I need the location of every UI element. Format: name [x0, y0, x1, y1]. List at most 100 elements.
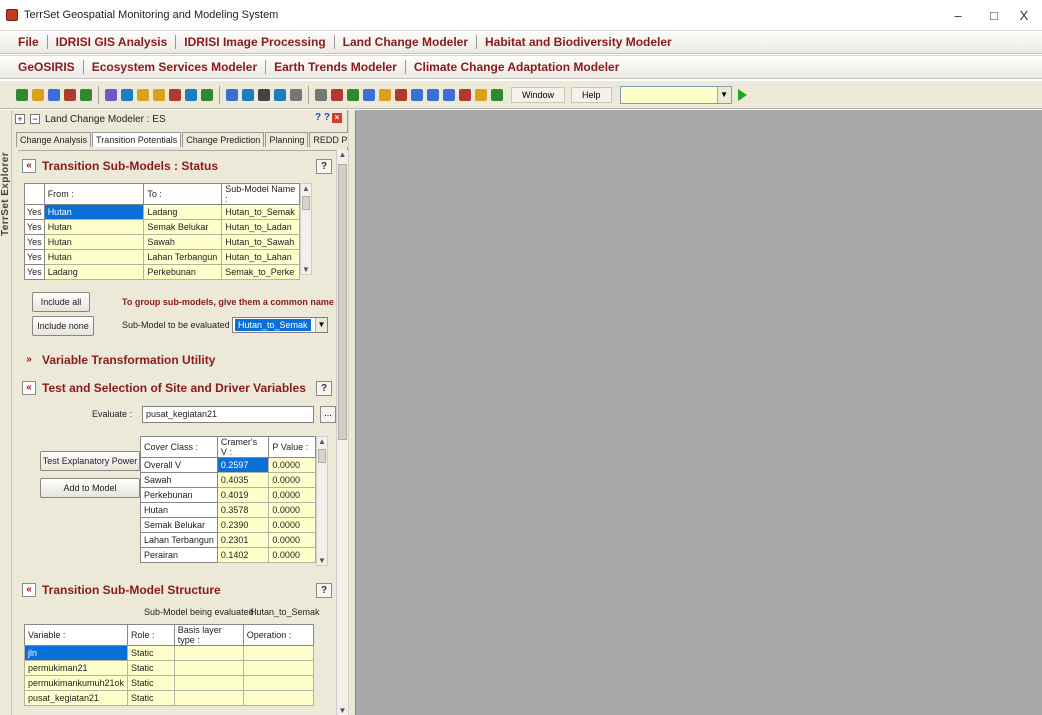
collapse-chevron-icon[interactable]: «	[22, 583, 36, 597]
from-cell[interactable]: Ladang	[43, 264, 145, 280]
table-row[interactable]: Lahan Terbangun 0.2301 0.0000	[140, 532, 316, 548]
terrset-explorer-tab[interactable]: TerrSet Explorer	[0, 110, 12, 715]
toolbar-tool-icon[interactable]	[169, 88, 181, 101]
variable-cell[interactable]: jln	[23, 645, 129, 661]
browse-button[interactable]: ...	[320, 406, 336, 423]
include-flag[interactable]: Yes	[24, 219, 45, 235]
basis-layer-cell[interactable]	[173, 675, 244, 691]
toolbar-tool-icon[interactable]	[427, 88, 439, 101]
panel-scrollbar[interactable]: ▲ ▼	[336, 150, 348, 715]
help-button[interactable]: ?	[316, 583, 332, 598]
table-row[interactable]: pusat_kegiatan21 Static	[23, 690, 315, 706]
sub-models-header[interactable]: « Transition Sub-Models : Status	[22, 159, 218, 173]
table-row[interactable]: Semak Belukar 0.2390 0.0000	[140, 517, 316, 533]
cramers-v-cell[interactable]: 0.4019	[216, 487, 270, 503]
toolbar-tool-icon[interactable]	[105, 88, 117, 101]
cramers-scrollbar[interactable]: ▲ ▼	[316, 436, 328, 566]
toolbar-tool-icon[interactable]	[274, 88, 286, 101]
sub-models-scrollbar[interactable]: ▲ ▼	[300, 183, 312, 275]
toolbar-tool-icon[interactable]	[290, 88, 302, 101]
menu-earth-trends[interactable]: Earth Trends Modeler	[266, 60, 406, 74]
scroll-down-icon[interactable]: ▼	[317, 556, 327, 565]
submodel-name-cell[interactable]: Hutan_to_Ladan	[221, 219, 300, 235]
p-value-cell[interactable]: 0.0000	[268, 457, 316, 473]
include-flag[interactable]: Yes	[24, 264, 45, 280]
include-none-button[interactable]: Include none	[32, 316, 94, 336]
scroll-thumb[interactable]	[338, 164, 347, 440]
include-flag[interactable]: Yes	[24, 249, 45, 265]
include-flag[interactable]: Yes	[24, 204, 45, 220]
table-row[interactable]: jln Static	[23, 645, 315, 661]
variable-cell[interactable]: permukiman21	[23, 660, 129, 676]
submodel-name-cell[interactable]: Hutan_to_Lahan	[221, 249, 300, 265]
cramers-v-cell[interactable]: 0.2301	[216, 532, 270, 548]
close-button[interactable]: X	[1006, 0, 1042, 30]
cramers-v-cell[interactable]: 0.3578	[216, 502, 270, 518]
role-cell[interactable]: Static	[127, 660, 175, 676]
tab-transition-potentials[interactable]: Transition Potentials	[92, 132, 182, 147]
operation-cell[interactable]	[242, 675, 315, 691]
toolbar-tool-icon[interactable]	[331, 88, 343, 101]
cramers-v-cell[interactable]: 0.1402	[216, 547, 270, 563]
submodel-name-cell[interactable]: Semak_to_Perke	[221, 264, 300, 280]
menu-ecosystem[interactable]: Ecosystem Services Modeler	[84, 60, 267, 74]
panel-help-icons[interactable]: ? ? ×	[315, 112, 342, 123]
table-row[interactable]: Yes Hutan Ladang Hutan_to_Semak	[24, 204, 300, 220]
p-value-cell[interactable]: 0.0000	[268, 487, 316, 503]
p-value-cell[interactable]: 0.0000	[268, 532, 316, 548]
role-cell[interactable]: Static	[127, 690, 175, 706]
role-cell[interactable]: Static	[127, 675, 175, 691]
toolbar-tool-icon[interactable]	[185, 88, 197, 101]
include-flag[interactable]: Yes	[24, 234, 45, 250]
minimize-button[interactable]: –	[940, 0, 976, 30]
submodel-name-cell[interactable]: Hutan_to_Sawah	[221, 234, 300, 250]
to-cell[interactable]: Lahan Terbangun	[143, 249, 223, 265]
cramers-v-cell[interactable]: 0.4035	[216, 472, 270, 488]
toolbar-combo[interactable]: ▼	[619, 85, 732, 104]
toolbar-tool-icon[interactable]	[48, 88, 60, 101]
table-row[interactable]: Hutan 0.3578 0.0000	[140, 502, 316, 518]
table-row[interactable]: Sawah 0.4035 0.0000	[140, 472, 316, 488]
collapse-icon[interactable]: −	[30, 114, 40, 124]
tab-planning[interactable]: Planning	[265, 132, 309, 147]
p-value-cell[interactable]: 0.0000	[268, 472, 316, 488]
scroll-up-icon[interactable]: ▲	[337, 150, 348, 159]
role-cell[interactable]: Static	[127, 645, 175, 661]
table-row[interactable]: Overall V 0.2597 0.0000	[140, 457, 316, 473]
var-transform-header[interactable]: » Variable Transformation Utility	[22, 353, 215, 367]
chevron-down-icon[interactable]: ▼	[315, 318, 327, 332]
toolbar-tool-icon[interactable]	[153, 88, 165, 101]
submodel-name-cell[interactable]: Hutan_to_Semak	[221, 204, 300, 220]
add-to-model-button[interactable]: Add to Model	[40, 478, 140, 498]
structure-header[interactable]: « Transition Sub-Model Structure	[22, 583, 221, 597]
include-all-button[interactable]: Include all	[32, 292, 90, 312]
run-play-icon[interactable]	[737, 88, 747, 101]
expand-icon[interactable]: +	[15, 114, 25, 124]
collapse-chevron-icon[interactable]: «	[22, 159, 36, 173]
to-cell[interactable]: Sawah	[143, 234, 223, 250]
toolbar-tool-icon[interactable]	[64, 88, 76, 101]
toolbar-tool-icon[interactable]	[395, 88, 407, 101]
scroll-down-icon[interactable]: ▼	[301, 265, 311, 274]
menu-climate[interactable]: Climate Change Adaptation Modeler	[406, 60, 628, 74]
operation-cell[interactable]	[242, 645, 315, 661]
toolbar-tool-icon[interactable]	[121, 88, 133, 101]
scroll-up-icon[interactable]: ▲	[317, 437, 327, 446]
test-explanatory-power-button[interactable]: Test Explanatory Power	[40, 451, 140, 471]
from-cell[interactable]: Hutan	[43, 249, 145, 265]
toolbar-tool-icon[interactable]	[16, 88, 28, 101]
menu-idrisi-gis[interactable]: IDRISI GIS Analysis	[48, 35, 177, 49]
tab-change-prediction[interactable]: Change Prediction	[182, 132, 265, 147]
help-button[interactable]: Help	[571, 86, 612, 103]
toolbar-tool-icon[interactable]	[32, 88, 44, 101]
help-button[interactable]: ?	[316, 159, 332, 174]
scroll-up-icon[interactable]: ▲	[301, 184, 311, 193]
p-value-cell[interactable]: 0.0000	[268, 517, 316, 533]
operation-cell[interactable]	[242, 690, 315, 706]
cramers-v-cell[interactable]: 0.2390	[216, 517, 270, 533]
toolbar-tool-icon[interactable]	[475, 88, 487, 101]
toolbar-tool-icon[interactable]	[201, 88, 213, 101]
variable-cell[interactable]: permukimankumuh21ok	[23, 675, 129, 691]
p-value-cell[interactable]: 0.0000	[268, 547, 316, 563]
cramers-v-cell[interactable]: 0.2597	[216, 457, 270, 473]
